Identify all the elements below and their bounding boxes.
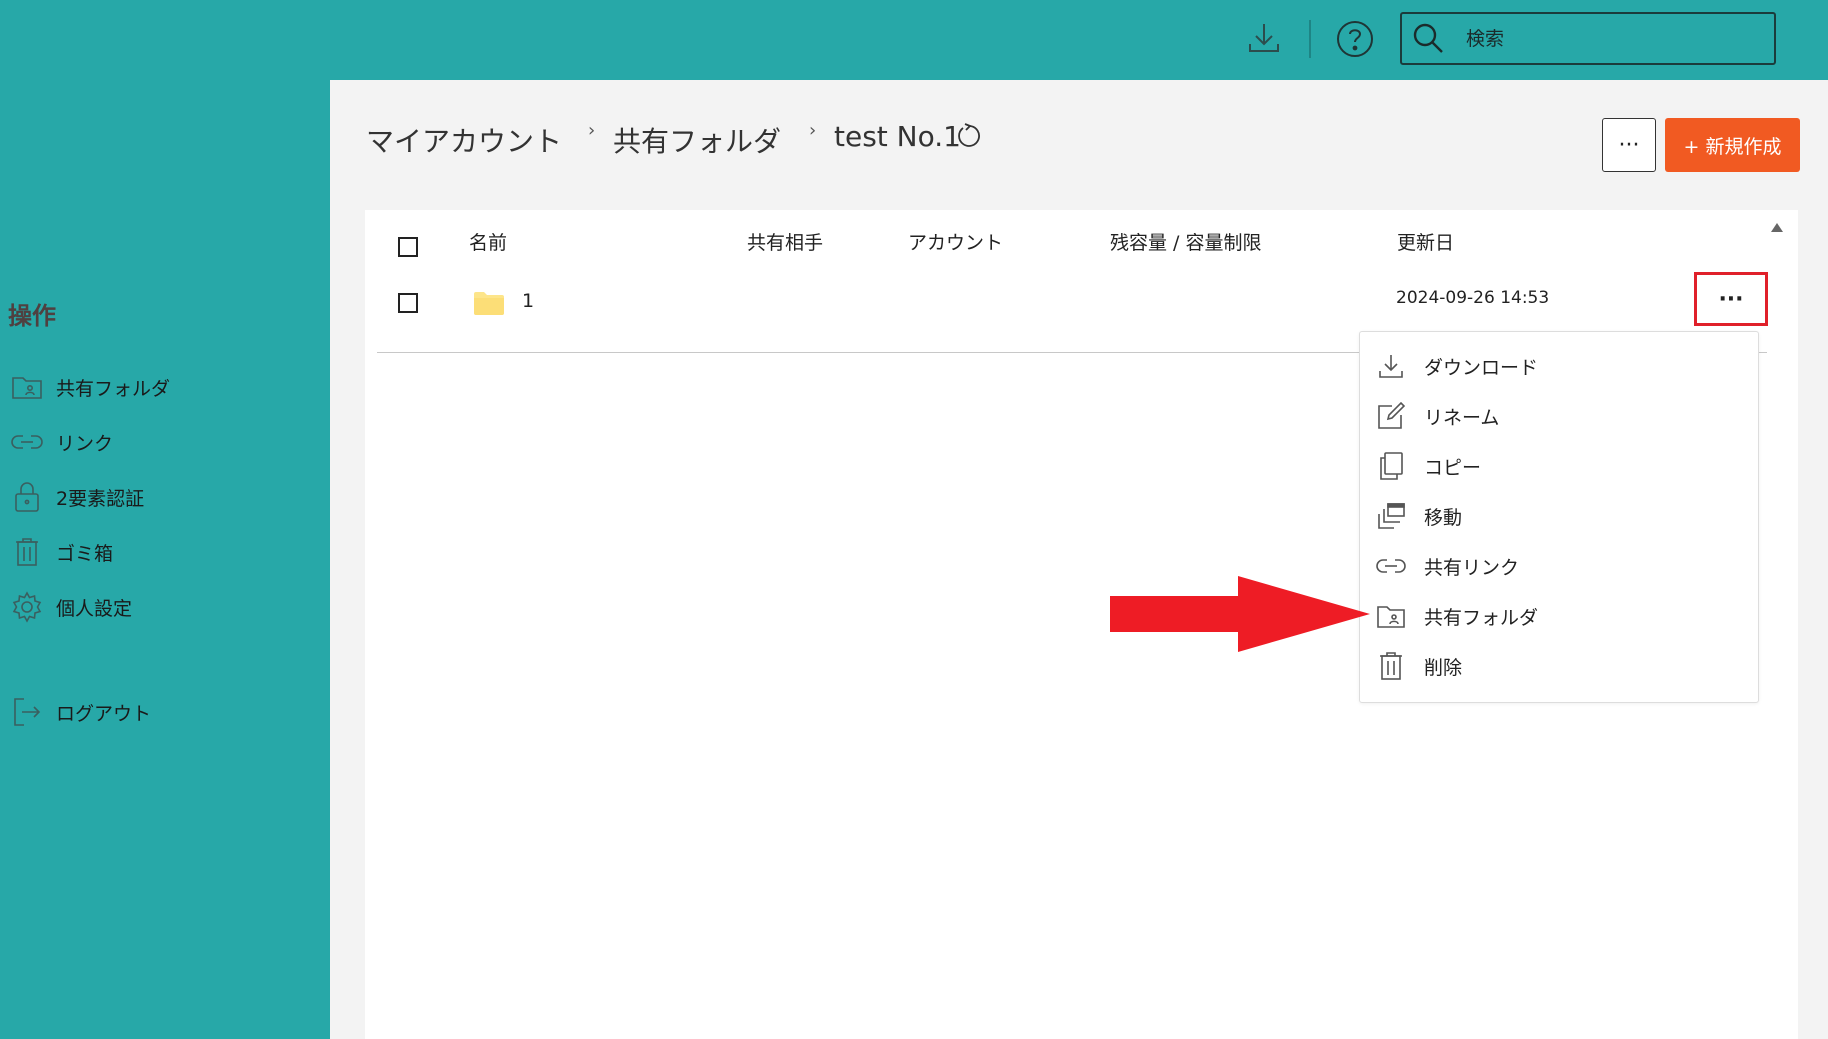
- download-icon: [1374, 349, 1408, 383]
- context-menu: ダウンロード リネーム コピー 移動 共有リンク 共有フォルダ 削除: [1359, 331, 1759, 703]
- menu-item-label: コピー: [1424, 456, 1482, 479]
- sidebar-heading: 操作: [8, 302, 56, 330]
- sidebar-item-label: 共有フォルダ: [56, 377, 171, 400]
- search-icon: [1410, 20, 1446, 56]
- menu-item-label: リネーム: [1424, 406, 1500, 429]
- menu-item-move[interactable]: 移動: [1374, 494, 1744, 538]
- column-header-updated[interactable]: 更新日: [1397, 228, 1454, 255]
- shared-folder-icon: [10, 370, 44, 404]
- sidebar-item-2fa[interactable]: 2要素認証: [10, 477, 144, 517]
- row-name[interactable]: 1: [522, 290, 534, 312]
- rename-icon: [1374, 399, 1408, 433]
- menu-item-label: 移動: [1424, 506, 1463, 529]
- search-input[interactable]: [1466, 22, 1766, 56]
- scroll-up-arrow[interactable]: [1770, 218, 1784, 232]
- menu-item-download[interactable]: ダウンロード: [1374, 344, 1744, 388]
- lock-icon: [10, 480, 44, 514]
- link-icon: [10, 425, 44, 459]
- menu-item-label: 共有フォルダ: [1424, 606, 1539, 629]
- sidebar-item-logout[interactable]: ログアウト: [10, 692, 151, 732]
- sidebar-item-shared-folder[interactable]: 共有フォルダ: [10, 367, 170, 407]
- trash-icon: [10, 535, 44, 569]
- menu-item-share-link[interactable]: 共有リンク: [1374, 544, 1744, 588]
- top-bar-divider: [1309, 20, 1311, 58]
- sidebar-item-label: ゴミ箱: [56, 542, 114, 565]
- move-icon: [1374, 499, 1408, 533]
- folder-icon: [473, 290, 505, 316]
- new-create-button[interactable]: + 新規作成: [1665, 118, 1800, 172]
- more-actions-button[interactable]: ···: [1602, 118, 1656, 172]
- sidebar-item-settings[interactable]: 個人設定: [10, 587, 132, 627]
- help-icon[interactable]: [1334, 18, 1376, 60]
- breadcrumb-item-shared-folder[interactable]: 共有フォルダ: [613, 120, 781, 160]
- trash-icon: [1374, 649, 1408, 683]
- logout-label: ログアウト: [56, 702, 152, 725]
- link-icon: [1374, 549, 1408, 583]
- annotation-arrow: [1108, 574, 1372, 654]
- row-more-button[interactable]: ···: [1694, 272, 1768, 326]
- column-header-quota[interactable]: 残容量 / 容量制限: [1110, 228, 1261, 255]
- breadcrumb-separator: ›: [588, 120, 596, 141]
- sidebar-item-trash[interactable]: ゴミ箱: [10, 532, 113, 572]
- download-icon[interactable]: [1244, 18, 1284, 58]
- shared-folder-icon: [1374, 599, 1408, 633]
- column-header-account[interactable]: アカウント: [908, 228, 1003, 255]
- column-header-shared-with[interactable]: 共有相手: [747, 228, 823, 255]
- menu-item-rename[interactable]: リネーム: [1374, 394, 1744, 438]
- menu-item-shared-folder[interactable]: 共有フォルダ: [1374, 594, 1744, 638]
- sidebar-item-label: 個人設定: [56, 597, 133, 620]
- sidebar-item-label: リンク: [56, 432, 114, 455]
- sidebar-item-label: 2要素認証: [56, 487, 145, 510]
- select-all-checkbox[interactable]: [398, 237, 418, 257]
- row-checkbox[interactable]: [398, 293, 418, 313]
- menu-item-copy[interactable]: コピー: [1374, 444, 1744, 488]
- copy-icon: [1374, 449, 1408, 483]
- logout-icon: [10, 695, 44, 729]
- breadcrumb: マイアカウント › 共有フォルダ › test No.1: [366, 120, 1126, 170]
- breadcrumb-separator: ›: [809, 120, 817, 141]
- menu-item-label: ダウンロード: [1424, 356, 1539, 379]
- menu-item-label: 共有リンク: [1424, 556, 1520, 579]
- column-header-name[interactable]: 名前: [469, 228, 507, 255]
- menu-item-label: 削除: [1424, 656, 1463, 679]
- search-box[interactable]: [1400, 12, 1776, 65]
- breadcrumb-item-current: test No.1: [834, 120, 961, 153]
- refresh-icon[interactable]: [956, 122, 984, 150]
- top-bar: [0, 0, 1828, 80]
- menu-item-delete[interactable]: 削除: [1374, 644, 1744, 688]
- row-updated: 2024-09-26 14:53: [1396, 288, 1550, 308]
- breadcrumb-item-my-account[interactable]: マイアカウント: [366, 120, 562, 160]
- sidebar-item-link[interactable]: リンク: [10, 422, 113, 462]
- gear-icon: [10, 590, 44, 624]
